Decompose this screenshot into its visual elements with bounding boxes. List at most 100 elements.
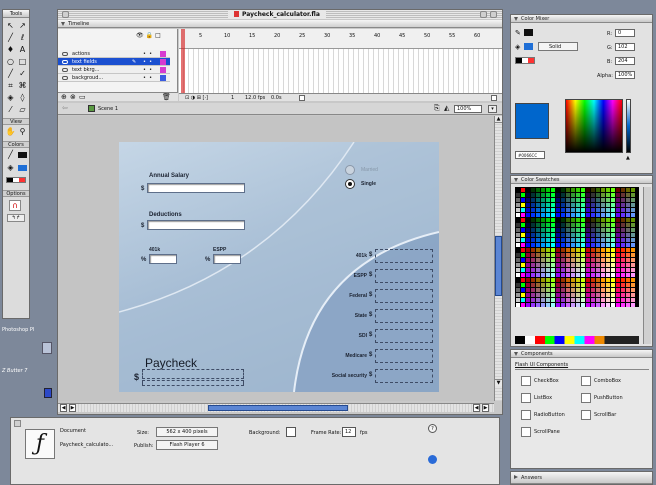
color-swatch[interactable] — [601, 233, 605, 237]
color-swatch[interactable] — [601, 263, 605, 267]
color-swatch[interactable] — [526, 203, 530, 207]
color-swatch[interactable] — [596, 258, 600, 262]
layer-row-selected[interactable]: text fields ✎ • • — [58, 58, 170, 66]
color-swatch[interactable] — [531, 263, 535, 267]
color-swatch[interactable] — [541, 278, 545, 282]
color-spectrum-picker[interactable] — [565, 99, 623, 153]
zoom-tool-icon[interactable]: ⚲ — [17, 127, 28, 137]
color-swatch[interactable] — [611, 288, 615, 292]
color-swatch[interactable] — [631, 303, 635, 307]
color-swatch[interactable] — [591, 233, 595, 237]
color-swatch[interactable] — [611, 298, 615, 302]
color-swatch[interactable] — [571, 223, 575, 227]
color-swatch[interactable] — [541, 258, 545, 262]
color-swatch[interactable] — [541, 213, 545, 217]
color-swatch[interactable] — [576, 303, 580, 307]
color-swatch[interactable] — [631, 198, 635, 202]
color-swatch[interactable] — [596, 218, 600, 222]
framerate-input[interactable]: 12 — [342, 427, 356, 437]
hand-tool-icon[interactable]: ✋ — [5, 127, 16, 137]
color-swatch[interactable] — [521, 233, 525, 237]
color-swatch[interactable] — [631, 273, 635, 277]
stroke-color-icon[interactable]: ╱ — [5, 150, 16, 160]
color-swatch[interactable] — [571, 218, 575, 222]
scroll-down-arrow[interactable]: ▼ — [495, 379, 502, 386]
properties-collapse-icon[interactable] — [14, 420, 21, 427]
color-swatch[interactable] — [521, 298, 525, 302]
color-swatch[interactable] — [576, 208, 580, 212]
color-swatch[interactable] — [616, 293, 620, 297]
color-swatch[interactable] — [556, 208, 560, 212]
paint-bucket-tool-icon[interactable]: ◊ — [17, 93, 28, 103]
color-swatch[interactable] — [606, 253, 610, 257]
color-swatch[interactable] — [621, 288, 625, 292]
color-swatch[interactable] — [566, 218, 570, 222]
scroll-left-arrow[interactable]: ◀ — [473, 404, 480, 412]
color-swatch[interactable] — [621, 248, 625, 252]
color-swatch[interactable] — [546, 293, 550, 297]
color-swatch[interactable] — [626, 268, 630, 272]
color-swatch[interactable] — [571, 293, 575, 297]
color-swatch[interactable] — [601, 188, 605, 192]
color-swatch[interactable] — [536, 223, 540, 227]
color-swatch[interactable] — [551, 268, 555, 272]
color-swatch[interactable] — [631, 233, 635, 237]
scroll-up-arrow[interactable]: ▲ — [495, 116, 502, 123]
color-swatch[interactable] — [621, 268, 625, 272]
color-swatch[interactable] — [536, 248, 540, 252]
color-swatch[interactable] — [551, 193, 555, 197]
component-set-dropdown[interactable]: Flash UI Components — [515, 361, 649, 370]
color-swatch[interactable] — [526, 243, 530, 247]
brush-tool-icon[interactable]: ✓ — [17, 69, 28, 79]
color-swatch[interactable] — [611, 213, 615, 217]
color-swatch[interactable] — [606, 248, 610, 252]
layer-row[interactable]: actions • • — [58, 50, 170, 58]
color-swatch[interactable] — [546, 213, 550, 217]
snap-magnet-icon[interactable]: ∩ — [9, 200, 21, 211]
hex-field[interactable]: #0066CC — [515, 151, 545, 159]
color-swatch[interactable] — [631, 188, 635, 192]
fill-type-dropdown[interactable]: Solid — [538, 42, 578, 51]
color-swatch[interactable] — [521, 203, 525, 207]
color-swatch[interactable] — [606, 268, 610, 272]
color-swatch[interactable] — [591, 228, 595, 232]
color-swatch[interactable] — [571, 253, 575, 257]
color-swatch[interactable] — [516, 198, 520, 202]
fill-transform-tool-icon[interactable]: ⌘ — [17, 81, 28, 91]
color-swatch[interactable] — [526, 213, 530, 217]
help-icon[interactable]: ? — [428, 424, 437, 433]
color-swatch[interactable] — [611, 193, 615, 197]
color-swatch[interactable] — [531, 283, 535, 287]
color-swatch[interactable] — [526, 218, 530, 222]
color-swatch[interactable] — [591, 213, 595, 217]
pencil-tool-icon[interactable]: ╱ — [5, 69, 16, 79]
color-swatch[interactable] — [521, 268, 525, 272]
timeline-collapse-icon[interactable] — [61, 22, 65, 26]
color-swatch[interactable] — [621, 278, 625, 282]
color-swatch[interactable] — [551, 273, 555, 277]
color-swatch[interactable] — [566, 253, 570, 257]
color-swatch[interactable] — [521, 248, 525, 252]
color-swatch[interactable] — [561, 273, 565, 277]
g-input[interactable]: 102 — [615, 43, 635, 51]
mixer-fill-swatch[interactable] — [524, 43, 533, 50]
edit-scene-icon[interactable]: ⎘ — [434, 104, 440, 113]
color-swatch[interactable] — [526, 188, 530, 192]
color-swatch[interactable] — [556, 293, 560, 297]
color-swatch[interactable] — [566, 243, 570, 247]
free-transform-tool-icon[interactable]: ⌗ — [5, 81, 16, 91]
color-swatch[interactable] — [516, 243, 520, 247]
color-swatch[interactable] — [526, 303, 530, 307]
color-swatch[interactable] — [561, 263, 565, 267]
color-swatch[interactable] — [516, 213, 520, 217]
color-swatch[interactable] — [591, 243, 595, 247]
color-swatch[interactable] — [601, 243, 605, 247]
color-swatch[interactable] — [596, 223, 600, 227]
color-swatch[interactable] — [586, 258, 590, 262]
color-swatch[interactable] — [631, 258, 635, 262]
color-swatch[interactable] — [526, 298, 530, 302]
color-swatch[interactable] — [626, 218, 630, 222]
color-swatch[interactable] — [606, 273, 610, 277]
color-swatch[interactable] — [556, 253, 560, 257]
color-swatch[interactable] — [591, 248, 595, 252]
